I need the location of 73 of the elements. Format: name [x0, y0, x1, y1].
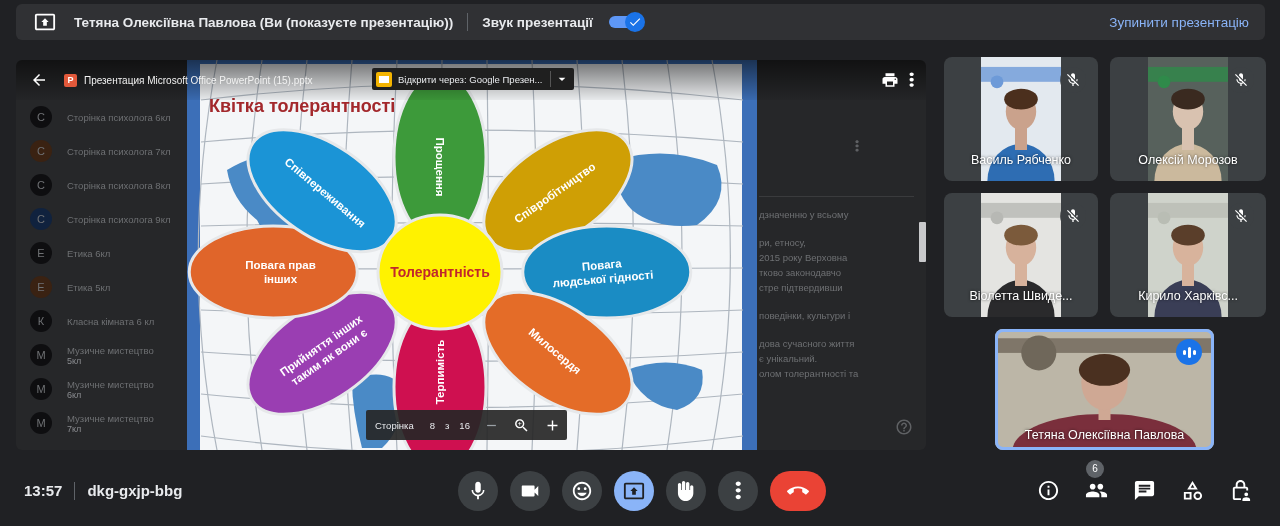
reactions-button[interactable] — [562, 470, 602, 511]
avatar: Е — [30, 276, 52, 298]
open-with-button[interactable]: Відкрити через: Google Презен... — [372, 68, 575, 90]
list-item-title[interactable]: Сторінка психолога 6кл — [67, 111, 171, 123]
petal-label: Терпимість — [434, 339, 446, 405]
page-number-field[interactable]: 8 — [429, 419, 435, 431]
list-item-subtitle: 6кл — [67, 389, 82, 400]
help-icon[interactable] — [895, 418, 913, 436]
more-icon[interactable] — [908, 72, 914, 88]
leave-button[interactable] — [770, 470, 826, 511]
mic-off-glyph — [1065, 72, 1081, 88]
text-line: стре підтвердивши — [759, 280, 844, 295]
avatar: Е — [30, 242, 52, 264]
list-item-title[interactable]: Етика 5кл — [67, 281, 111, 293]
list-item-subtitle: 5кл — [67, 355, 82, 366]
avatar: М — [30, 378, 52, 400]
text-line: ри, етносу, — [759, 235, 807, 250]
clock-time: 13:57 — [24, 482, 63, 499]
zoom-in-icon[interactable] — [512, 416, 530, 434]
chat-icon — [1132, 479, 1156, 502]
avatar: С — [30, 140, 52, 162]
text-line: дзначенню у всьому — [759, 207, 850, 222]
list-item-title[interactable]: Сторінка психолога 8кл — [67, 179, 171, 191]
print-icon[interactable] — [880, 71, 899, 89]
meeting-code: dkg-gxjp-bbg — [87, 482, 183, 499]
mic-off-glyph — [1065, 208, 1081, 224]
info-icon — [1036, 479, 1060, 502]
slide-title: Квітка толерантності — [209, 96, 396, 116]
video-tile[interactable]: Тетяна Олексіївна Павлова — [995, 329, 1214, 450]
list-item-title[interactable]: Музичне мистецтво — [67, 412, 154, 424]
more-icon — [734, 481, 742, 500]
smiley-icon — [571, 479, 593, 502]
list-item-subtitle: 7кл — [67, 423, 82, 434]
petal-label: Прощення — [434, 137, 446, 197]
audio-label: Звук презентації — [482, 14, 593, 30]
slides-icon — [376, 71, 392, 87]
list-item-title[interactable]: Сторінка психолога 7кл — [67, 145, 171, 157]
page-total: 16 — [459, 419, 470, 431]
mic-off-glyph — [1233, 72, 1249, 88]
present-screen-icon — [34, 11, 56, 33]
page-of-label: з — [445, 419, 450, 431]
text-line: тково законодавчо — [759, 265, 842, 280]
camera-button[interactable] — [510, 470, 550, 511]
scrollbar-thumb[interactable] — [919, 222, 926, 262]
more-button[interactable] — [718, 470, 758, 511]
text-line: олом толерантності та — [759, 366, 860, 381]
center-label: Толерантність — [390, 264, 490, 280]
present-button[interactable] — [614, 470, 654, 511]
stop-presenting-link[interactable]: Зупинити презентацію — [1109, 14, 1249, 30]
list-item-title[interactable]: Класна кімната 6 кл — [67, 315, 155, 327]
participant-name: Тетяна Олексіївна Павлова — [1023, 428, 1186, 442]
avatar: К — [30, 310, 52, 332]
petal-label: Повага людської гідності — [552, 257, 654, 290]
petal-label: Повага прав інших — [245, 259, 316, 285]
list-item-title[interactable]: Музичне мистецтво — [67, 344, 154, 356]
microphone-button[interactable] — [458, 470, 498, 511]
text-line: 2015 року Верховна — [759, 250, 849, 265]
avatar: С — [30, 174, 52, 196]
mic-off-glyph — [1233, 208, 1249, 224]
avatar: С — [30, 106, 52, 128]
raise-hand-button[interactable] — [666, 470, 706, 511]
check-icon — [627, 15, 642, 29]
avatar: М — [30, 344, 52, 366]
page-label: Сторінка — [375, 419, 414, 431]
text-line: дова сучасного життя — [759, 336, 856, 351]
presenter-status: Тетяна Олексіївна Павлова (Ви (показуєте презентацію)) — [74, 14, 454, 30]
avatar: С — [30, 208, 52, 230]
list-item-title[interactable]: Сторінка психолога 9кл — [67, 213, 171, 225]
list-item-title[interactable]: Етика 6кл — [67, 247, 111, 259]
list-item-title[interactable]: Музичне мистецтво — [67, 378, 154, 390]
count-badge: 6 — [1086, 459, 1104, 478]
file-type-icon: P — [64, 73, 77, 87]
avatar: М — [30, 412, 52, 434]
